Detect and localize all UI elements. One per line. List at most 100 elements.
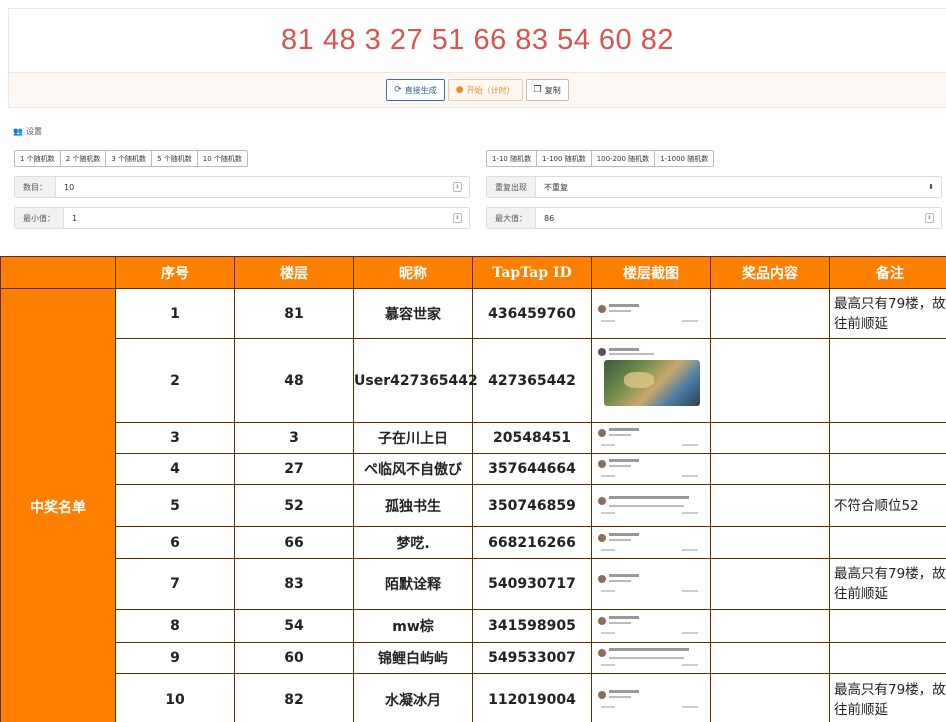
cell-screenshot[interactable] bbox=[591, 288, 711, 339]
count-input[interactable]: 10 bbox=[56, 177, 453, 197]
cell-floor: 52 bbox=[234, 484, 354, 527]
cell-no: 1 bbox=[115, 288, 235, 339]
cell-taptap-id: 540930717 bbox=[472, 558, 592, 610]
floor-screenshot-image bbox=[598, 493, 698, 519]
cell-note bbox=[829, 642, 946, 674]
min-input[interactable]: 1 bbox=[64, 208, 453, 228]
floor-screenshot-image bbox=[598, 613, 698, 639]
settings-title: 设置 bbox=[25, 127, 42, 136]
cell-no: 6 bbox=[115, 526, 235, 559]
table-row: 3 3 子在川上日 20548451 bbox=[1, 422, 946, 454]
cell-no: 4 bbox=[115, 453, 235, 485]
cell-screenshot[interactable] bbox=[591, 484, 711, 527]
table-row: 8 54 mw棕 341598905 bbox=[1, 609, 946, 643]
cell-taptap-id: 112019004 bbox=[472, 673, 592, 722]
count-preset-5[interactable]: 5 个随机数 bbox=[151, 150, 198, 167]
winners-table: 序号 楼层 昵称 TapTap ID 楼层截图 奖品内容 备注 中奖名单 1 8… bbox=[0, 256, 946, 722]
cell-note bbox=[829, 526, 946, 559]
count-preset-1[interactable]: 1 个随机数 bbox=[14, 150, 61, 167]
cell-prize bbox=[710, 609, 830, 643]
cell-nickname: 陌默诠释 bbox=[353, 558, 473, 610]
cell-floor: 83 bbox=[234, 558, 354, 610]
winners-list-label: 中奖名单 bbox=[0, 288, 116, 722]
cell-nickname: mw棕 bbox=[353, 609, 473, 643]
direct-generate-button[interactable]: ⟳ 直接生成 bbox=[386, 79, 445, 101]
header-note: 备注 bbox=[829, 256, 946, 289]
cell-note: 最高只有79楼，故往前顺延 bbox=[829, 558, 946, 610]
cell-prize bbox=[710, 484, 830, 527]
cell-floor: 82 bbox=[234, 673, 354, 722]
floor-screenshot-image bbox=[598, 425, 698, 451]
copy-icon: ❐ bbox=[533, 84, 542, 95]
count-preset-2[interactable]: 2 个随机数 bbox=[59, 150, 107, 167]
cell-floor: 81 bbox=[234, 288, 354, 339]
cell-nickname: 锦鲤白屿屿 bbox=[353, 642, 473, 674]
min-spinner[interactable]: ⇕ bbox=[453, 213, 462, 223]
cell-screenshot[interactable] bbox=[591, 642, 711, 674]
count-label: 数目： bbox=[15, 177, 56, 197]
max-input[interactable]: 86 bbox=[536, 208, 925, 228]
header-floor: 楼层 bbox=[234, 256, 354, 289]
table-row: 10 82 水凝冰月 112019004 最高只有79楼，故往前顺延 bbox=[1, 673, 946, 722]
cell-screenshot[interactable] bbox=[591, 526, 711, 559]
cell-no: 5 bbox=[115, 484, 235, 527]
cell-floor: 3 bbox=[234, 422, 354, 454]
table-row: 2 48 User427365442 427365442 bbox=[1, 338, 946, 423]
cell-screenshot[interactable] bbox=[591, 338, 711, 423]
cell-taptap-id: 436459760 bbox=[472, 288, 592, 339]
cell-taptap-id: 427365442 bbox=[472, 338, 592, 423]
cell-screenshot[interactable] bbox=[591, 558, 711, 610]
table-row: 9 60 锦鲤白屿屿 549533007 bbox=[1, 642, 946, 674]
repeat-select[interactable]: 不重复 bbox=[536, 177, 928, 197]
max-spinner[interactable]: ⇕ bbox=[925, 213, 934, 223]
cell-taptap-id: 668216266 bbox=[472, 526, 592, 559]
start-timer-button[interactable]: ● 开始（计时） bbox=[447, 79, 523, 101]
header-screenshot: 楼层截图 bbox=[591, 256, 711, 289]
floor-screenshot-image bbox=[598, 301, 698, 327]
count-preset-3[interactable]: 3 个随机数 bbox=[105, 150, 153, 167]
cell-no: 2 bbox=[115, 338, 235, 423]
cell-prize bbox=[710, 288, 830, 339]
range-preset-100-200[interactable]: 100-200 随机数 bbox=[590, 150, 656, 167]
range-preset-1-10[interactable]: 1-10 随机数 bbox=[486, 150, 538, 167]
cell-nickname: 梦呓. bbox=[353, 526, 473, 559]
copy-label: 复制 bbox=[544, 85, 561, 95]
floor-screenshot-image bbox=[598, 645, 698, 671]
cell-note: 不符合顺位52 bbox=[829, 484, 946, 527]
cell-screenshot[interactable] bbox=[591, 609, 711, 643]
cell-note: 最高只有79楼，故往前顺延 bbox=[829, 288, 946, 339]
cell-screenshot[interactable] bbox=[591, 673, 711, 722]
min-label: 最小值： bbox=[15, 208, 64, 228]
generator-panel: 81 48 3 27 51 66 83 54 60 82 ⟳ 直接生成 ● 开始… bbox=[8, 8, 946, 108]
clock-icon: ● bbox=[455, 84, 464, 95]
table-row: 5 52 孤独书生 350746859 不符合顺位52 bbox=[1, 484, 946, 527]
start-timer-label: 开始（计时） bbox=[466, 85, 515, 95]
cell-note bbox=[829, 453, 946, 485]
cell-no: 7 bbox=[115, 558, 235, 610]
cell-floor: 66 bbox=[234, 526, 354, 559]
cell-note bbox=[829, 609, 946, 643]
cell-taptap-id: 20548451 bbox=[472, 422, 592, 454]
cell-taptap-id: 549533007 bbox=[472, 642, 592, 674]
header-prize: 奖品内容 bbox=[710, 256, 830, 289]
cell-floor: 60 bbox=[234, 642, 354, 674]
header-no: 序号 bbox=[115, 256, 235, 289]
cell-nickname: 孤独书生 bbox=[353, 484, 473, 527]
cell-taptap-id: 341598905 bbox=[472, 609, 592, 643]
copy-button[interactable]: ❐ 复制 bbox=[525, 79, 569, 101]
cell-screenshot[interactable] bbox=[591, 453, 711, 485]
floor-screenshot-image bbox=[598, 346, 708, 416]
cell-screenshot[interactable] bbox=[591, 422, 711, 454]
range-preset-1-1000[interactable]: 1-1000 随机数 bbox=[654, 150, 715, 167]
max-field: 最大值： 86 ⇕ bbox=[486, 207, 942, 229]
random-result-display: 81 48 3 27 51 66 83 54 60 82 bbox=[281, 24, 674, 56]
count-preset-10[interactable]: 10 个随机数 bbox=[196, 150, 248, 167]
floor-screenshot-image bbox=[598, 530, 698, 556]
range-preset-1-100[interactable]: 1-100 随机数 bbox=[536, 150, 592, 167]
select-caret-icon[interactable]: ⬍ bbox=[928, 183, 934, 191]
min-field: 最小值： 1 ⇕ bbox=[14, 207, 470, 229]
table-row: 7 83 陌默诠释 540930717 最高只有79楼，故往前顺延 bbox=[1, 558, 946, 610]
direct-generate-label: 直接生成 bbox=[404, 85, 437, 95]
cell-nickname: 子在川上日 bbox=[353, 422, 473, 454]
count-spinner[interactable]: ⇕ bbox=[453, 182, 462, 192]
